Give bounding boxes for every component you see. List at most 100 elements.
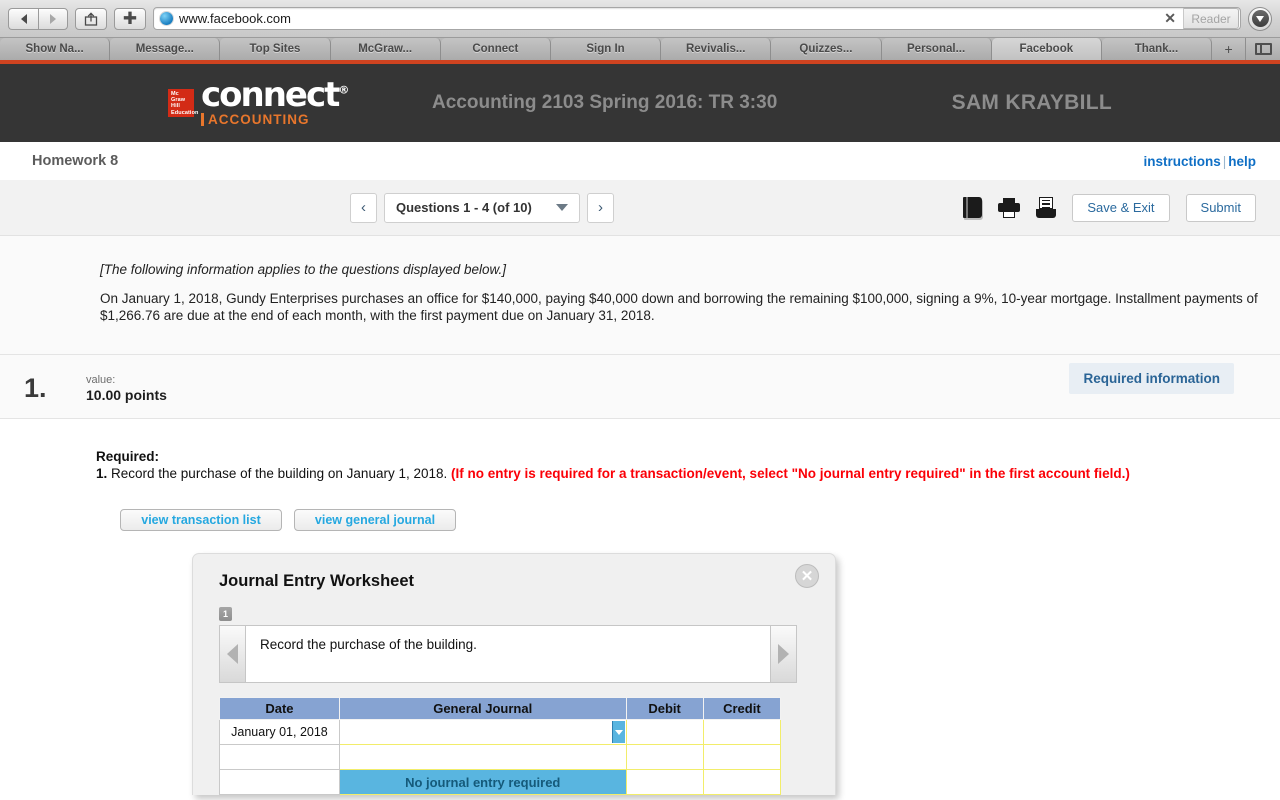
required-information-badge: Required information <box>1069 363 1234 395</box>
references-button[interactable] <box>1036 197 1057 218</box>
browser-toolbar: ✚ www.facebook.com ✕ Reader <box>0 0 1280 38</box>
prev-question-button[interactable]: ‹ <box>350 192 377 223</box>
content-area: [The following information applies to th… <box>0 236 1280 796</box>
submit-button[interactable]: Submit <box>1185 193 1256 222</box>
toolbar-actions: Save & Exit Submit <box>963 193 1256 222</box>
bookmark-tab-3[interactable]: McGraw... <box>330 38 441 60</box>
downloads-button[interactable] <box>1248 6 1272 31</box>
print-icon <box>998 197 1021 218</box>
user-name[interactable]: SAM KRAYBILL <box>952 91 1112 115</box>
brand-accent-bar <box>201 113 204 127</box>
column-header-date: Date <box>219 697 340 721</box>
account-dropdown-toggle[interactable] <box>611 721 625 744</box>
chevron-down-icon <box>614 729 623 735</box>
connect-logo[interactable]: Mc Graw Hill Education connect® ACCOUNTING <box>168 78 350 127</box>
column-header-general-journal: General Journal <box>338 697 627 721</box>
assignment-bar: Homework 8 instructions | help <box>0 142 1280 180</box>
cell-credit-1[interactable] <box>702 744 782 771</box>
worksheet-panel-wrap: Journal Entry Worksheet ✕ 1 Record the p… <box>192 553 1280 796</box>
page-title: Homework 8 <box>32 153 119 169</box>
view-transaction-list-button[interactable]: view transaction list <box>120 509 282 532</box>
ebook-button[interactable] <box>963 197 983 218</box>
cell-debit-1[interactable] <box>625 744 704 771</box>
view-buttons: view transaction list view general journ… <box>120 509 1280 532</box>
cell-date-2[interactable] <box>219 769 340 796</box>
next-question-button[interactable]: › <box>587 192 614 223</box>
tab-overview-icon <box>1254 43 1272 55</box>
bookmark-bar: Show Na... Message... Top Sites McGraw..… <box>0 38 1280 64</box>
question-value-label: value: <box>86 374 116 387</box>
prev-entry-button[interactable] <box>220 626 246 683</box>
course-title: Accounting 2103 Spring 2016: TR 3:30 <box>432 92 778 113</box>
address-bar[interactable]: www.facebook.com ✕ Reader <box>153 7 1241 30</box>
new-tab-button[interactable]: ✚ <box>114 7 146 30</box>
table-row: No journal entry required <box>219 769 782 796</box>
reader-button[interactable]: Reader <box>1183 8 1239 29</box>
applies-note: [The following information applies to th… <box>100 262 506 277</box>
bookmark-tab-10[interactable]: Thank... <box>1101 38 1213 60</box>
bookmark-tab-1[interactable]: Message... <box>110 38 221 60</box>
cell-debit-2[interactable] <box>625 769 704 796</box>
table-header-row: Date General Journal Debit Credit <box>219 697 782 721</box>
question-number: 1. <box>24 373 47 404</box>
bookmark-tab-9[interactable]: Facebook <box>991 38 1102 60</box>
worksheet-prompt: Record the purchase of the building. <box>260 637 477 653</box>
column-header-debit: Debit <box>625 697 704 721</box>
worksheet-title: Journal Entry Worksheet <box>219 572 414 591</box>
cell-date-0[interactable]: January 01, 2018 <box>219 719 340 746</box>
next-entry-button[interactable] <box>770 626 796 683</box>
required-instruction: 1. Record the purchase of the building o… <box>96 466 1280 481</box>
bookmark-tab-5[interactable]: Sign In <box>550 38 662 60</box>
bookmark-tab-8[interactable]: Personal... <box>881 38 992 60</box>
cell-account-0[interactable] <box>338 719 627 746</box>
print-button[interactable] <box>998 197 1021 218</box>
bookmark-tab-2[interactable]: Top Sites <box>220 38 331 60</box>
ebook-icon <box>963 197 983 218</box>
connect-header: Mc Graw Hill Education connect® ACCOUNTING … <box>0 64 1280 142</box>
browser-chrome: ✚ www.facebook.com ✕ Reader Show Na... M… <box>0 0 1280 64</box>
references-icon <box>1036 197 1057 218</box>
forward-arrow-icon <box>50 13 56 24</box>
clear-x-icon[interactable]: ✕ <box>1157 10 1183 27</box>
question-value-points: 10.00 points <box>86 387 167 404</box>
question-range-select[interactable]: Questions 1 - 4 (of 10) <box>384 192 580 223</box>
cell-date-1[interactable] <box>219 744 340 771</box>
cell-account-2[interactable]: No journal entry required <box>338 769 627 796</box>
url-text: www.facebook.com <box>179 11 291 26</box>
view-general-journal-button[interactable]: view general journal <box>294 509 456 532</box>
share-icon <box>84 11 98 26</box>
cell-credit-0[interactable] <box>702 719 782 746</box>
table-row <box>219 744 782 771</box>
bookmark-tab-7[interactable]: Quizzes... <box>771 38 882 60</box>
journal-entry-worksheet-panel: Journal Entry Worksheet ✕ 1 Record the p… <box>192 553 836 796</box>
share-button[interactable] <box>75 7 107 30</box>
chevron-down-icon <box>556 204 568 211</box>
bookmark-tab-4[interactable]: Connect <box>440 38 551 60</box>
cell-account-1[interactable] <box>338 744 627 771</box>
cell-credit-2[interactable] <box>702 769 782 796</box>
cell-debit-0[interactable] <box>625 719 704 746</box>
column-header-credit: Credit <box>702 697 782 721</box>
dropdown-option-no-journal-entry[interactable]: No journal entry required <box>339 770 626 795</box>
add-tab-button[interactable]: + <box>1212 38 1247 60</box>
bookmark-tab-0[interactable]: Show Na... <box>0 38 111 60</box>
back-button[interactable] <box>8 7 38 30</box>
forward-button[interactable] <box>38 7 68 30</box>
save-exit-button[interactable]: Save & Exit <box>1072 193 1170 222</box>
bookmark-tab-6[interactable]: Revivalis... <box>661 38 772 60</box>
question-toolbar: ‹ Questions 1 - 4 (of 10) › Save & Exit … <box>0 180 1280 236</box>
table-row: January 01, 2018 <box>219 719 782 746</box>
close-icon[interactable]: ✕ <box>795 564 819 589</box>
help-link[interactable]: help <box>1228 154 1256 169</box>
downloads-icon <box>1251 10 1269 27</box>
question-range-label: Questions 1 - 4 (of 10) <box>396 200 532 215</box>
worksheet-prompt-strip: Record the purchase of the building. <box>219 625 797 684</box>
registered-mark: ® <box>338 83 350 97</box>
tab-overview-button[interactable] <box>1246 38 1280 60</box>
required-alert-text: (If no entry is required for a transacti… <box>451 466 1130 482</box>
site-favicon-icon <box>160 12 173 25</box>
nav-buttons <box>8 7 68 30</box>
worksheet-entry-tab-1[interactable]: 1 <box>219 607 232 622</box>
instructions-link[interactable]: instructions <box>1143 154 1220 169</box>
back-arrow-icon <box>20 13 27 24</box>
